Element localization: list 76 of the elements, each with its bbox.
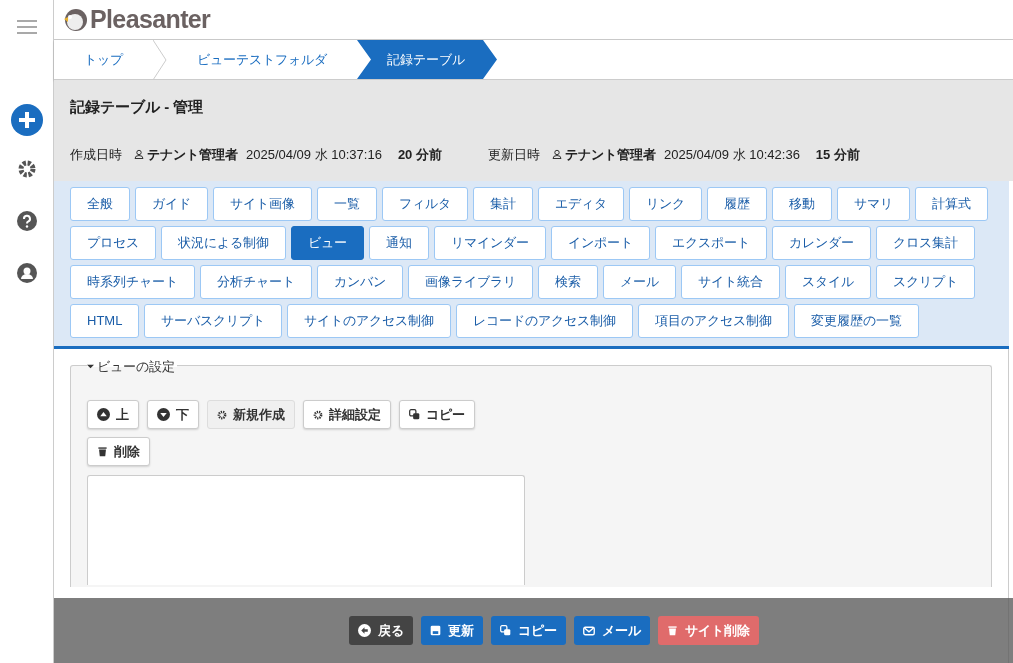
- tab[interactable]: 検索: [538, 265, 598, 299]
- settings-icon: [313, 409, 323, 420]
- tab[interactable]: 状況による制御: [161, 226, 286, 260]
- user-name: テナント管理者: [564, 145, 656, 164]
- tab[interactable]: サイト統合: [681, 265, 780, 299]
- meta-label: 更新日時: [487, 145, 540, 164]
- tab[interactable]: HTML: [70, 304, 140, 338]
- tab[interactable]: 計算式: [915, 187, 988, 221]
- command-button[interactable]: メール: [573, 616, 650, 645]
- back-icon: [357, 624, 371, 637]
- toolbar-button[interactable]: 上: [87, 400, 139, 429]
- settings-icon[interactable]: [16, 159, 37, 179]
- command-button[interactable]: 戻る: [348, 616, 413, 645]
- tab[interactable]: サイトのアクセス制御: [287, 304, 452, 338]
- tab[interactable]: 移動: [772, 187, 832, 221]
- tab[interactable]: カレンダー: [772, 226, 871, 260]
- tab[interactable]: 分析チャート: [200, 265, 312, 299]
- datetime-text: 2025/04/09 水 10:42:36: [663, 145, 800, 164]
- settings-icon: [217, 409, 227, 420]
- trash-icon: [666, 625, 678, 636]
- elapsed-text: 20 分前: [397, 145, 442, 164]
- tab[interactable]: レコードのアクセス制御: [456, 304, 634, 338]
- user-name: テナント管理者: [147, 145, 238, 164]
- tab[interactable]: サイト画像: [213, 187, 312, 221]
- tab[interactable]: サマリ: [837, 187, 910, 221]
- tab[interactable]: カンバン: [317, 265, 403, 299]
- logo-text: Pleasanter: [90, 3, 211, 35]
- mail-icon: [582, 624, 595, 637]
- down-circle-icon: [157, 408, 170, 421]
- help-icon[interactable]: [16, 211, 37, 231]
- user-icon: [134, 149, 144, 160]
- tab[interactable]: 集計: [473, 187, 533, 221]
- tab[interactable]: インポート: [551, 226, 650, 260]
- tab[interactable]: メール: [603, 265, 676, 299]
- breadcrumb-link[interactable]: トップ: [54, 40, 153, 79]
- copy-icon: [499, 625, 511, 636]
- datetime-text: 2025/04/09 水 10:37:16: [246, 145, 382, 164]
- toolbar-button[interactable]: 削除: [87, 437, 150, 466]
- tab[interactable]: ビュー: [291, 226, 364, 260]
- command-button[interactable]: コピー: [490, 616, 566, 645]
- bird-logo-icon: [62, 6, 88, 33]
- tab[interactable]: 項目のアクセス制御: [638, 304, 790, 338]
- meta-label: 作成日時: [70, 145, 122, 164]
- tab[interactable]: スクリプト: [876, 265, 975, 299]
- copy-icon: [409, 409, 420, 420]
- tab[interactable]: リンク: [629, 187, 702, 221]
- toolbar-button[interactable]: 下: [147, 400, 199, 429]
- toolbar-button[interactable]: 詳細設定: [303, 400, 391, 429]
- tab[interactable]: エディタ: [538, 187, 624, 221]
- tab[interactable]: フィルタ: [382, 187, 468, 221]
- tab[interactable]: サーバスクリプト: [144, 304, 283, 338]
- add-icon[interactable]: [10, 104, 43, 136]
- save-icon: [429, 625, 441, 636]
- tab[interactable]: エクスポート: [655, 226, 767, 260]
- elapsed-text: 15 分前: [815, 145, 860, 164]
- page-title: 記録テーブル - 管理: [70, 97, 205, 117]
- tab[interactable]: リマインダー: [434, 226, 546, 260]
- tab[interactable]: ガイド: [135, 187, 208, 221]
- up-circle-icon: [97, 408, 110, 421]
- toolbar-button[interactable]: コピー: [399, 400, 475, 429]
- user-icon: [551, 149, 562, 160]
- breadcrumb-link[interactable]: 記録テーブル: [357, 40, 497, 79]
- tab[interactable]: クロス集計: [876, 226, 975, 260]
- tab[interactable]: 通知: [369, 226, 429, 260]
- trash-icon: [97, 446, 108, 457]
- breadcrumb-link[interactable]: ビューテストフォルダ: [167, 40, 357, 79]
- tab[interactable]: 一覧: [317, 187, 377, 221]
- tab[interactable]: 変更履歴の一覧: [794, 304, 920, 338]
- tab[interactable]: 時系列チャート: [70, 265, 195, 299]
- tab[interactable]: 画像ライブラリ: [408, 265, 533, 299]
- user-icon[interactable]: [16, 263, 37, 283]
- tab[interactable]: 履歴: [707, 187, 767, 221]
- tab[interactable]: プロセス: [70, 226, 156, 260]
- tab[interactable]: 全般: [70, 187, 130, 221]
- tab[interactable]: スタイル: [785, 265, 871, 299]
- command-button[interactable]: 更新: [420, 616, 483, 645]
